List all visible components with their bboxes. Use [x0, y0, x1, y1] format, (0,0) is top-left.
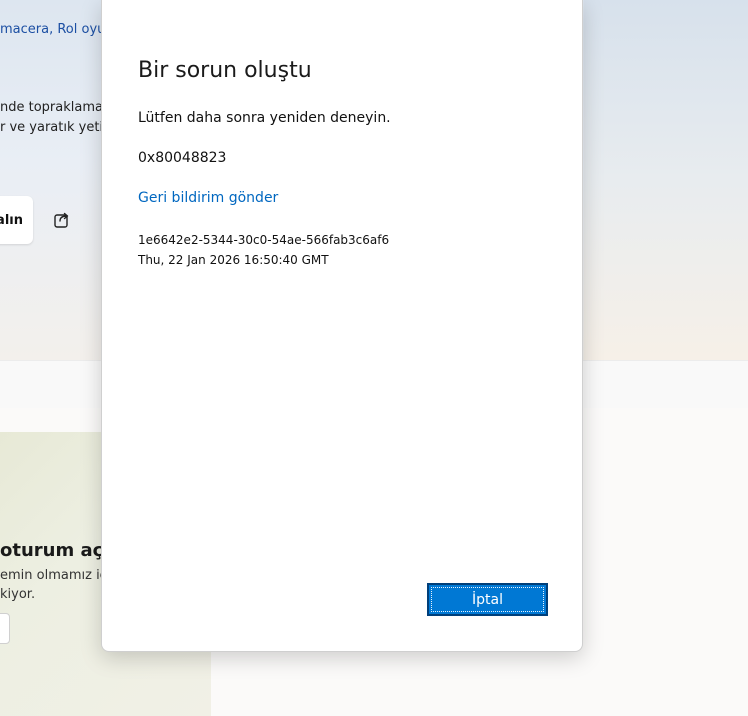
- correlation-id: 1e6642e2-5344-30c0-54ae-566fab3c6af6: [138, 233, 390, 247]
- share-icon[interactable]: [52, 210, 72, 230]
- dialog-message: Lütfen daha sonra yeniden deneyin.: [138, 110, 391, 126]
- signin-title: oturum açı: [0, 540, 110, 561]
- signin-button[interactable]: [0, 613, 10, 644]
- error-timestamp: Thu, 22 Jan 2026 16:50:40 GMT: [138, 253, 329, 267]
- get-button[interactable]: alın: [0, 196, 33, 244]
- cancel-button[interactable]: İptal: [427, 583, 548, 616]
- dialog-title: Bir sorun oluştu: [138, 58, 312, 83]
- error-code: 0x80048823: [138, 150, 227, 166]
- cancel-button-label: İptal: [472, 591, 503, 608]
- feedback-link[interactable]: Geri bildirim gönder: [138, 190, 278, 206]
- background-hero-right: [584, 0, 748, 360]
- error-dialog: Bir sorun oluştu Lütfen daha sonra yenid…: [101, 0, 583, 652]
